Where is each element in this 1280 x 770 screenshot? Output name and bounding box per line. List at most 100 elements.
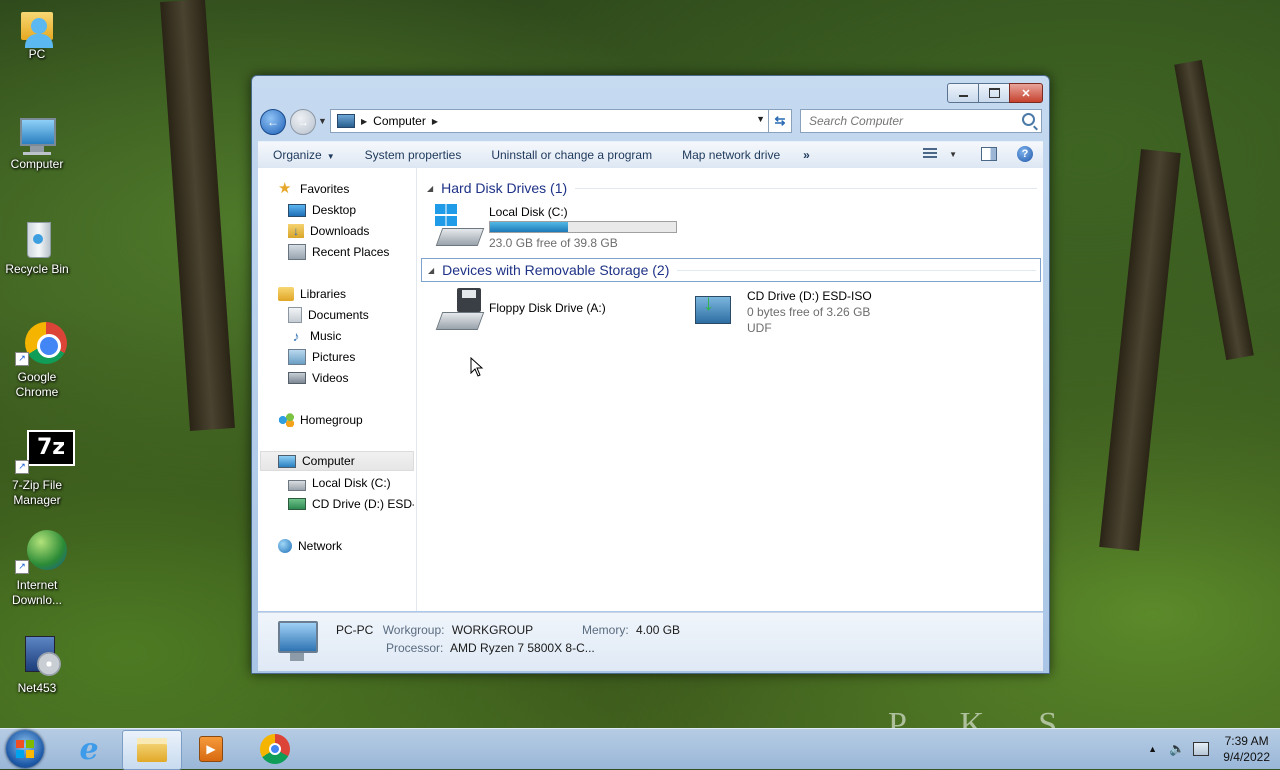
group-header-hard-disk-drives[interactable]: ◢ Hard Disk Drives (1) [421, 177, 1041, 199]
minimize-icon [958, 95, 968, 97]
desktop-icon-internet-download-manager[interactable]: ↗ Internet Downlo... [4, 530, 70, 608]
memory-value: 4.00 GB [636, 623, 681, 637]
desktop-icon-computer[interactable]: Computer [4, 116, 70, 172]
nav-cd-drive-d[interactable]: CD Drive (D:) ESD-IS [288, 494, 414, 514]
volume-muted-icon[interactable]: 🔈 [1169, 741, 1185, 757]
uninstall-program-button[interactable]: Uninstall or change a program [476, 148, 667, 162]
help-icon[interactable]: ? [1017, 146, 1033, 162]
nav-videos[interactable]: Videos [288, 368, 348, 388]
collapse-triangle-icon[interactable]: ◢ [427, 184, 433, 193]
taskbar-internet-explorer[interactable]: e [60, 730, 118, 768]
network-icon[interactable] [1193, 742, 1210, 756]
chrome-icon [260, 734, 290, 764]
collapse-triangle-icon[interactable]: ◢ [428, 266, 434, 275]
computer-icon [278, 621, 318, 661]
group-header-removable-storage[interactable]: ◢ Devices with Removable Storage (2) [421, 258, 1041, 282]
drive-floppy-a[interactable]: Floppy Disk Drive (A:) [435, 288, 606, 334]
nav-downloads[interactable]: ↓ Downloads [288, 221, 369, 241]
internet-explorer-icon: e [79, 731, 99, 767]
folder-icon [137, 738, 167, 762]
clock[interactable]: 7:39 AM 9/4/2022 [1223, 733, 1270, 765]
caption-buttons: ✕ [947, 83, 1043, 103]
desktop-icon-net453[interactable]: Net453 [4, 634, 70, 696]
navigation-bar: ← → ▼ ▶ Computer ▶ ▼ ⇆ [258, 107, 1043, 135]
drive-free-space: 0 bytes free of 3.26 GB [747, 305, 871, 319]
breadcrumb-computer[interactable]: Computer [373, 114, 426, 128]
nav-recent-places[interactable]: Recent Places [288, 242, 389, 262]
system-properties-button[interactable]: System properties [350, 148, 477, 162]
nav-label: Desktop [312, 203, 357, 217]
system-tray: ▲ 🔈 7:39 AM 9/4/2022 [1148, 729, 1270, 769]
desktop-icon-label: Net453 [17, 681, 57, 695]
libraries-icon [278, 287, 294, 301]
user-folder-icon [15, 8, 59, 52]
refresh-button[interactable]: ⇆ [768, 109, 792, 133]
desktop-icon-google-chrome[interactable]: ↗ Google Chrome [4, 322, 70, 400]
7zip-icon: 7z ↗ [15, 430, 75, 474]
star-icon: ★ [278, 180, 292, 197]
search-box[interactable] [800, 109, 1042, 133]
refresh-icon: ⇆ [774, 113, 786, 128]
breadcrumb-chevron-icon[interactable]: ▶ [361, 117, 367, 126]
breadcrumb-chevron-icon[interactable]: ▶ [432, 117, 438, 126]
taskbar-google-chrome[interactable] [246, 730, 304, 768]
explorer-window[interactable]: ✕ ← → ▼ ▶ Computer ▶ ▼ ⇆ Organize ▼ Syste… [251, 75, 1050, 674]
back-button[interactable]: ← [260, 109, 286, 135]
nav-network[interactable]: Network [278, 536, 342, 556]
change-view-icon[interactable] [923, 148, 938, 160]
computer-icon [15, 116, 59, 160]
drive-cd-d[interactable]: ↓ CD Drive (D:) ESD-ISO 0 bytes free of … [693, 288, 872, 336]
nav-homegroup[interactable]: Homegroup [278, 410, 363, 430]
close-icon: ✕ [1021, 87, 1031, 100]
navigation-pane[interactable]: ★ Favorites Desktop ↓ Downloads Recent P… [258, 168, 417, 611]
homegroup-icon [278, 413, 294, 427]
recent-pages-dropdown[interactable]: ▼ [318, 116, 327, 126]
nav-label: Music [310, 329, 342, 343]
nav-label: Computer [302, 454, 355, 468]
address-bar[interactable]: ▶ Computer ▶ ▼ [330, 109, 790, 133]
downloads-icon: ↓ [288, 224, 304, 238]
organize-button[interactable]: Organize ▼ [258, 148, 350, 162]
minimize-button[interactable] [947, 83, 979, 103]
desktop-icon-7zip[interactable]: 7z ↗ 7-Zip File Manager [4, 430, 75, 508]
recycle-bin-icon [15, 218, 59, 262]
taskbar-file-explorer[interactable] [122, 730, 182, 770]
organize-label: Organize [273, 148, 322, 162]
close-button[interactable]: ✕ [1009, 83, 1043, 103]
desktop-icon [288, 203, 306, 217]
processor-label: Processor: [386, 641, 444, 655]
media-player-icon: ▶ [199, 736, 223, 762]
nav-favorites[interactable]: ★ Favorites [278, 179, 349, 199]
nav-documents[interactable]: Documents [288, 305, 369, 325]
nav-label: CD Drive (D:) ESD-IS [312, 497, 414, 511]
group-divider [575, 187, 1037, 189]
taskbar-media-player[interactable]: ▶ [182, 730, 240, 768]
drive-local-disk-c[interactable]: Local Disk (C:) 23.0 GB free of 39.8 GB [435, 204, 677, 251]
desktop-icon-recycle-bin[interactable]: Recycle Bin [4, 218, 70, 277]
nav-computer[interactable]: Computer [260, 451, 414, 471]
nav-desktop[interactable]: Desktop [288, 200, 356, 220]
map-network-drive-button[interactable]: Map network drive [667, 148, 795, 162]
search-input[interactable] [807, 110, 1016, 132]
chevron-down-icon: ▼ [318, 116, 327, 126]
nav-libraries[interactable]: Libraries [278, 284, 346, 304]
maximize-button[interactable] [978, 83, 1010, 103]
nav-local-disk-c[interactable]: Local Disk (C:) [288, 473, 391, 493]
show-hidden-icons-button[interactable]: ▲ [1148, 744, 1157, 754]
preview-pane-icon[interactable] [981, 147, 997, 161]
documents-icon [288, 307, 302, 323]
content-pane[interactable]: ◢ Hard Disk Drives (1) Local Disk (C:) 2… [417, 168, 1043, 611]
chevron-down-icon[interactable]: ▼ [949, 150, 957, 159]
start-button[interactable] [6, 730, 44, 768]
nav-pictures[interactable]: Pictures [288, 347, 355, 367]
address-history-dropdown[interactable]: ▼ [756, 114, 765, 124]
desktop-icon-pc[interactable]: PC [4, 8, 70, 62]
disk-usage-fill [490, 222, 569, 232]
nav-label: Network [298, 539, 343, 553]
net-installer-icon [15, 634, 61, 678]
forward-button[interactable]: → [290, 109, 316, 135]
idm-globe-icon: ↗ [15, 530, 67, 574]
more-commands-button[interactable]: » [795, 148, 818, 162]
nav-music[interactable]: ♪ Music [288, 326, 342, 346]
tree-trunk [1174, 59, 1254, 361]
